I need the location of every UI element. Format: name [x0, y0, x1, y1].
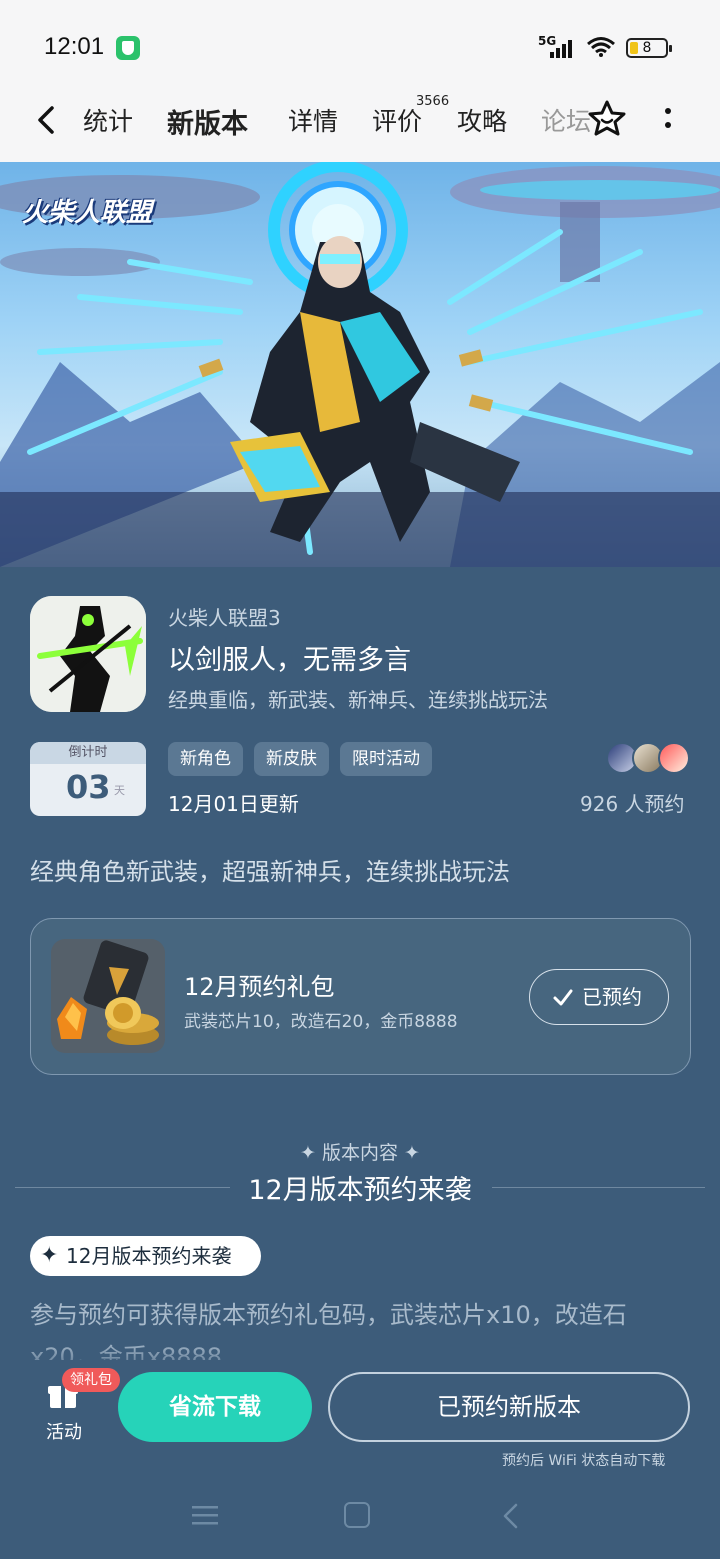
- gift-pack-image: [51, 939, 165, 1053]
- countdown-unit: 天: [114, 784, 125, 797]
- game-name: 火柴人联盟3: [168, 606, 281, 630]
- system-back-icon[interactable]: [500, 1502, 520, 1530]
- version-tagline: 经典角色新武装，超强新神兵，连续挑战玩法: [30, 858, 510, 886]
- back-icon[interactable]: [30, 102, 66, 138]
- gift-pack-title: 12月预约礼包: [184, 973, 335, 1001]
- reserve-note: 预约后 WiFi 状态自动下载: [502, 1453, 666, 1469]
- section-kicker: ✦ 版本内容 ✦: [300, 1142, 420, 1164]
- bottom-action-bar: 领礼包 活动 省流下载 已预约新版本 预约后 WiFi 状态自动下载: [0, 1360, 720, 1470]
- tag-limited-event[interactable]: 限时活动: [340, 742, 432, 776]
- avatar: [658, 742, 690, 774]
- tab-details[interactable]: 详情: [288, 102, 338, 138]
- update-date: 12月01日更新: [168, 792, 299, 816]
- tab-reviews[interactable]: 评价: [372, 102, 422, 138]
- content-chip: ✦ 12月版本预约来袭: [30, 1236, 261, 1276]
- reserved-button-label: 已预约: [582, 985, 642, 1009]
- home-icon[interactable]: [344, 1502, 370, 1528]
- countdown-card: 倒计时 03 天: [30, 742, 146, 816]
- chip-label: 12月版本预约来袭: [66, 1244, 232, 1268]
- version-banner[interactable]: 火柴人联盟: [0, 162, 720, 567]
- countdown-label: 倒计时: [30, 742, 146, 764]
- status-bar: 12:01 5G 8: [0, 0, 720, 90]
- game-slogan: 以剑服人，无需多言: [168, 645, 411, 676]
- tab-stats[interactable]: 统计: [83, 102, 133, 138]
- tab-forum[interactable]: 论坛: [541, 102, 591, 138]
- gift-pack-items: 武装芯片10，改造石20，金币8888: [184, 1012, 458, 1032]
- tab-guides[interactable]: 攻略: [457, 102, 507, 138]
- more-options-icon[interactable]: [656, 104, 680, 134]
- countdown-value: 03: [66, 768, 111, 806]
- reservation-count: 926 人预约: [580, 792, 685, 816]
- tab-new-version[interactable]: 新版本: [163, 102, 252, 151]
- system-nav-bar: [0, 1480, 720, 1559]
- banner-logo: 火柴人联盟: [22, 198, 153, 228]
- reserved-button[interactable]: 已预约: [529, 969, 669, 1025]
- menu-icon[interactable]: [192, 1504, 218, 1526]
- tag-new-character[interactable]: 新角色: [168, 742, 243, 776]
- signal-icon: [550, 38, 580, 58]
- top-nav: 统计 新版本 详情 评价 3566 攻略 论坛: [0, 90, 720, 162]
- download-button[interactable]: 省流下载: [118, 1372, 312, 1442]
- security-shield-icon: [116, 36, 140, 60]
- gift-pack-card[interactable]: 12月预约礼包 武装芯片10，改造石20，金币8888 已预约: [30, 918, 691, 1075]
- activity-label[interactable]: 活动: [46, 1418, 82, 1444]
- game-description: 经典重临，新武装、新神兵、连续挑战玩法: [168, 688, 548, 712]
- battery-icon: 8: [626, 38, 672, 58]
- reserved-new-version-button[interactable]: 已预约新版本: [328, 1372, 690, 1442]
- star-favorite-icon[interactable]: [586, 98, 628, 140]
- reserver-avatars: [606, 742, 692, 774]
- review-count: 3566: [416, 94, 450, 109]
- status-time: 12:01: [44, 33, 105, 60]
- sparkle-icon: ✦: [40, 1243, 59, 1268]
- section-title: 12月版本预约来袭: [248, 1175, 472, 1206]
- activity-badge[interactable]: 领礼包: [62, 1368, 120, 1392]
- wifi-icon: [587, 37, 615, 57]
- tag-new-skin[interactable]: 新皮肤: [254, 742, 329, 776]
- game-icon[interactable]: [30, 596, 146, 712]
- check-icon: [553, 989, 573, 1006]
